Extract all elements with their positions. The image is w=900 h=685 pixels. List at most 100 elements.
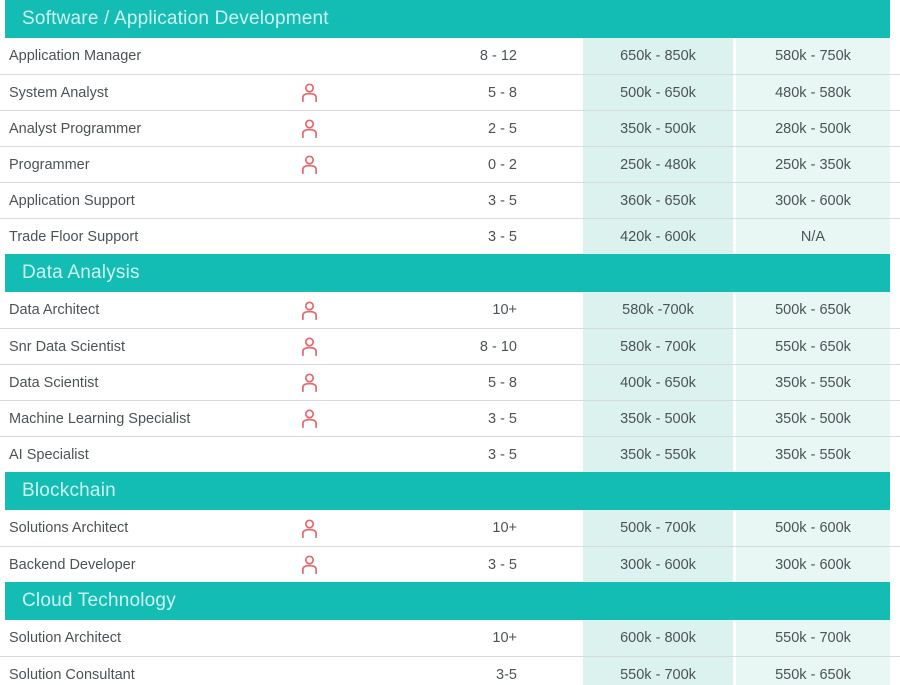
salary-range-primary-cell: 420k - 600k [583, 219, 733, 254]
in-demand-cell [292, 401, 327, 436]
job-title-cell: Solutions Architect [9, 520, 129, 536]
table-row: System Analyst 5 - 8 500k - 650k 480k - 580… [0, 74, 900, 110]
table-row: Data Architect 10+ 580k -700k 500k - 650k [0, 292, 900, 328]
table-row: AI Specialist 3 - 5 350k - 550k 350k - 550k [0, 436, 900, 472]
in-demand-cell [292, 437, 327, 472]
experience-cell: 5 - 8 [487, 84, 517, 101]
salary-range-secondary-cell: 250k - 350k [736, 147, 890, 182]
salary-table: Software / Application Development Applic… [0, 0, 900, 685]
salary-range-primary-cell: 500k - 700k [583, 510, 733, 546]
salary-range-primary-cell: 600k - 800k [583, 620, 733, 656]
table-row: Analyst Programmer 2 - 5 350k - 500k 280k -… [0, 110, 900, 146]
salary-range-secondary-cell: 550k - 700k [736, 620, 890, 656]
salary-range-secondary-cell: 300k - 600k [736, 547, 890, 582]
row-tail-spacer [890, 329, 900, 364]
salary-range-primary-cell: 580k - 700k [583, 329, 733, 364]
job-title-cell: Application Manager [9, 48, 142, 64]
salary-range-secondary-cell: 500k - 600k [736, 510, 890, 546]
row-tail-spacer [890, 219, 900, 254]
experience-cell: 3 - 5 [487, 556, 517, 573]
job-title-cell: Programmer [9, 156, 90, 173]
person-icon [302, 555, 317, 574]
table-row: Machine Learning Specialist 3 - 5 350k - 5… [0, 400, 900, 436]
in-demand-cell [292, 147, 327, 182]
in-demand-cell [292, 111, 327, 146]
salary-range-primary-cell: 350k - 500k [583, 401, 733, 436]
salary-range-secondary-cell: 480k - 580k [736, 75, 890, 110]
table-row: Data Scientist 5 - 8 400k - 650k 350k - 550… [0, 364, 900, 400]
job-title-cell: Snr Data Scientist [9, 338, 126, 355]
job-title-cell: AI Specialist [9, 446, 89, 463]
salary-table-page: Software / Application Development Applic… [0, 0, 900, 685]
salary-range-primary-cell: 500k - 650k [583, 75, 733, 110]
row-tail-spacer [890, 547, 900, 582]
experience-cell: 0 - 2 [487, 156, 517, 173]
person-icon [302, 119, 317, 138]
in-demand-cell [292, 219, 327, 254]
experience-cell: 8 - 12 [479, 48, 517, 64]
in-demand-cell [292, 329, 327, 364]
row-tail-spacer [890, 292, 900, 328]
salary-range-secondary-cell: 350k - 550k [736, 437, 890, 472]
person-icon [302, 337, 317, 356]
salary-range-secondary-cell: 580k - 750k [736, 38, 890, 74]
salary-range-primary-cell: 400k - 650k [583, 365, 733, 400]
row-tail-spacer [890, 510, 900, 546]
row-tail-spacer [890, 111, 900, 146]
in-demand-cell [292, 365, 327, 400]
in-demand-cell [292, 510, 327, 546]
section-title: Blockchain [22, 480, 116, 501]
job-title-cell: System Analyst [9, 84, 109, 101]
salary-range-primary-cell: 650k - 850k [583, 38, 733, 74]
person-icon [302, 409, 317, 428]
in-demand-cell [292, 620, 327, 656]
experience-cell: 5 - 8 [487, 374, 517, 391]
table-row: Application Manager 8 - 12 650k - 850k 580k… [0, 38, 900, 74]
section-title: Data Analysis [22, 262, 140, 283]
salary-range-secondary-cell: 300k - 600k [736, 183, 890, 218]
table-row: Application Support 3 - 5 360k - 650k 300k … [0, 182, 900, 218]
in-demand-cell [292, 75, 327, 110]
section-title: Software / Application Development [22, 8, 329, 29]
section-header: Software / Application Development [5, 0, 890, 38]
in-demand-cell [292, 547, 327, 582]
job-title-cell: Data Architect [9, 302, 100, 318]
person-icon [302, 83, 317, 102]
row-tail-spacer [890, 183, 900, 218]
job-title-cell: Analyst Programmer [9, 120, 142, 137]
table-row: Trade Floor Support 3 - 5 420k - 600k N/A [0, 218, 900, 254]
person-icon [302, 300, 317, 320]
person-icon [302, 155, 317, 174]
row-tail-spacer [890, 365, 900, 400]
table-row: Backend Developer 3 - 5 300k - 600k 300k - … [0, 546, 900, 582]
in-demand-cell [292, 292, 327, 328]
job-title-cell: Backend Developer [9, 556, 136, 573]
job-title-cell: Application Support [9, 192, 135, 209]
salary-range-primary-cell: 550k - 700k [583, 657, 733, 685]
salary-range-primary-cell: 580k -700k [583, 292, 733, 328]
row-tail-spacer [890, 38, 900, 74]
row-tail-spacer [890, 657, 900, 685]
experience-cell: 10+ [492, 302, 517, 318]
section-header: Blockchain [5, 472, 890, 510]
in-demand-cell [292, 38, 327, 74]
experience-cell: 8 - 10 [479, 338, 517, 355]
salary-range-secondary-cell: 350k - 500k [736, 401, 890, 436]
experience-cell: 2 - 5 [487, 120, 517, 137]
salary-range-primary-cell: 250k - 480k [583, 147, 733, 182]
experience-cell: 3 - 5 [487, 228, 517, 245]
person-icon [302, 518, 317, 538]
section-header: Cloud Technology [5, 582, 890, 620]
person-icon [302, 373, 317, 392]
row-tail-spacer [890, 401, 900, 436]
job-title-cell: Trade Floor Support [9, 228, 139, 245]
salary-range-secondary-cell: 500k - 650k [736, 292, 890, 328]
experience-cell: 3-5 [496, 666, 517, 683]
salary-range-primary-cell: 350k - 500k [583, 111, 733, 146]
row-tail-spacer [890, 620, 900, 656]
row-tail-spacer [890, 147, 900, 182]
job-title-cell: Data Scientist [9, 374, 99, 391]
job-title-cell: Solution Architect [9, 630, 122, 646]
table-row: Solution Architect 10+ 600k - 800k 550k - 7… [0, 620, 900, 656]
salary-range-secondary-cell: N/A [736, 219, 890, 254]
